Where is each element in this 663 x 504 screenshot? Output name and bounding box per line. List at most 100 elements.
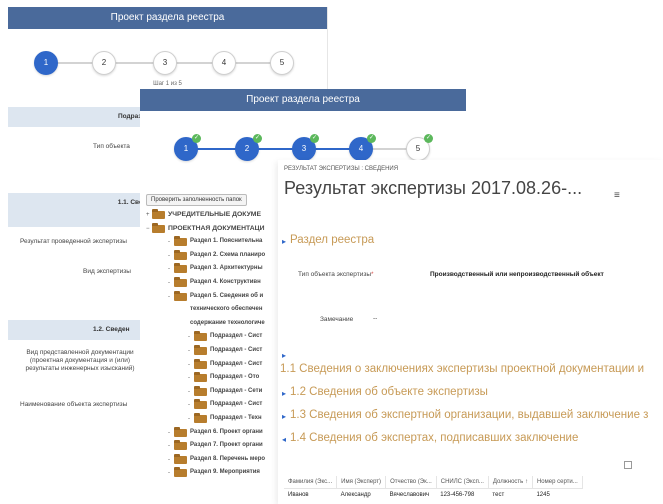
step-1[interactable]: 1 ✓ [174, 134, 201, 161]
tree-toggle-icon[interactable]: - [188, 416, 190, 422]
column-header[interactable]: Имя (Эксперт) [336, 476, 387, 489]
expertise-result-window: РЕЗУЛЬТАТ ЭКСПЕРТИЗЫ : СВЕДЕНИЯ Результа… [278, 160, 663, 504]
step-5[interactable]: 5 ✓ [406, 134, 433, 161]
page-title: Результат экспертизы 2017.08.26-... [284, 178, 583, 198]
section-1-3-link[interactable]: 1.3 Сведения об экспертной организации, … [290, 409, 648, 421]
tree-item-label: Раздел 7. Проект органи [190, 442, 263, 449]
step-4[interactable]: 4 ✓ [349, 134, 376, 161]
expertise-kind-label: Вид экспертизы [83, 268, 131, 275]
check-icon: ✓ [367, 134, 376, 143]
tree-toggle-icon[interactable]: - [168, 280, 170, 286]
step-3[interactable]: 3 [153, 51, 177, 75]
check-icon: ✓ [424, 134, 433, 143]
column-header[interactable]: СНИЛС (Эксп... [436, 476, 489, 489]
folder-icon [194, 344, 207, 355]
expand-arrow-icon[interactable]: ▸ [282, 389, 286, 398]
table-body: Иванов Александр Вячеславович 123-456-798 те… [284, 489, 582, 502]
tree-toggle-icon[interactable]: - [188, 389, 190, 395]
folder-icon [174, 426, 187, 437]
object-type-label-text: Тип объекта экспертизы [298, 271, 372, 278]
result-label: Результат проведенной экспертизы [20, 238, 127, 245]
required-mark: * [371, 271, 374, 278]
tree-toggle-icon[interactable]: - [168, 430, 170, 436]
folder-icon [194, 358, 207, 369]
folder-icon [174, 263, 187, 274]
folder-icon [194, 399, 207, 410]
tree-toggle-icon[interactable]: - [188, 334, 190, 340]
breadcrumb: РЕЗУЛЬТАТ ЭКСПЕРТИЗЫ : СВЕДЕНИЯ [284, 166, 399, 172]
table-cell: 1245 [536, 492, 550, 498]
folder-icon [194, 331, 207, 342]
section-1-1-link[interactable]: 1.1 Сведения о заключениях экспертизы пр… [280, 363, 644, 375]
tree-toggle-icon[interactable]: - [168, 294, 170, 300]
tree-toggle-icon[interactable]: - [168, 266, 170, 272]
column-header[interactable]: Фамилия (Экс... [284, 476, 338, 489]
tree-toggle-icon[interactable]: - [168, 253, 170, 259]
tree-item-label: Раздел 6. Проект органи [190, 428, 263, 435]
step-1[interactable]: 1 [34, 51, 58, 75]
tree-toggle-icon[interactable]: - [168, 443, 170, 449]
step-5[interactable]: 5 [270, 51, 294, 75]
tree-toggle-icon[interactable]: - [188, 375, 190, 381]
stepper: 1 2 3 4 5 [8, 51, 327, 85]
folder-icon [174, 236, 187, 247]
remark-value: -- [373, 315, 378, 322]
tree-toggle-icon[interactable]: − [146, 226, 150, 232]
check-icon: ✓ [253, 134, 262, 143]
step-2[interactable]: 2 ✓ [235, 134, 262, 161]
expand-arrow-icon[interactable]: ▸ [282, 351, 286, 360]
section-registry-link[interactable]: Раздел реестра [290, 234, 374, 246]
tree-toggle-icon[interactable]: - [188, 348, 190, 354]
docs-kind-label: Вид представленной документации (проектн… [20, 349, 140, 373]
tree-item-label: Подраздел - Техн [210, 414, 262, 421]
tree-item-label: Раздел 1. Пояснительна [190, 238, 263, 245]
tree-item-label: Раздел 5. Сведения об и [190, 292, 264, 299]
folder-icon [194, 372, 207, 383]
tree-toggle-icon[interactable]: - [188, 362, 190, 368]
check-folders-button[interactable]: Проверить заполненность папок [146, 194, 247, 206]
tree-toggle-icon[interactable]: + [146, 212, 150, 218]
tree-item-label: Раздел 3. Архитектурны [190, 265, 263, 272]
object-name-label: Наименование объекта экспертизы [20, 401, 128, 408]
grid-options-icon[interactable] [624, 461, 632, 469]
tree-toggle-icon[interactable]: - [188, 402, 190, 408]
tree-item-label: Подраздел - Сист [210, 360, 263, 367]
table-row[interactable]: Иванов Александр Вячеславович 123-456-798 те… [284, 489, 582, 502]
window-title: Проект раздела реестра [8, 7, 327, 29]
tree-item-label: Раздел 4. Конструктивн [190, 278, 261, 285]
tree-item-label: УЧРЕДИТЕЛЬНЫЕ ДОКУМЕ [168, 211, 261, 218]
window-title: Проект раздела реестра [140, 89, 466, 111]
object-type-value: Производственный или непроизводственный … [430, 271, 604, 278]
tree-item-label: Подраздел - Ото [210, 374, 260, 381]
expand-arrow-icon[interactable]: ▸ [282, 237, 286, 246]
column-header[interactable]: Должность ↑ [488, 476, 533, 489]
tree-item-label: ПРОЕКТНАЯ ДОКУМЕНТАЦИ [168, 224, 265, 232]
expand-arrow-icon[interactable]: ▸ [282, 412, 286, 421]
folder-icon [174, 440, 187, 451]
section-1-4-link[interactable]: 1.4 Сведения об экспертах, подписавших з… [290, 432, 578, 444]
check-icon: ✓ [310, 134, 319, 143]
tree-toggle-icon[interactable]: - [168, 239, 170, 245]
tree-item-label: Подраздел - Сист [210, 401, 263, 408]
folder-icon [174, 249, 187, 260]
column-header[interactable]: Номер серти... [532, 476, 583, 489]
table-cell: Вячеславович [389, 492, 430, 498]
section-1-2-title: 1.2. Сведен [93, 326, 130, 333]
tree-toggle-icon[interactable]: - [168, 470, 170, 476]
tree-toggle-icon[interactable]: - [168, 457, 170, 463]
section-1-2-link[interactable]: 1.2 Сведения об объекте экспертизы [290, 386, 488, 398]
experts-table: Фамилия (Экс... Имя (Эксперт) Отчество (Эк… [284, 476, 583, 501]
step-2[interactable]: 2 [92, 51, 116, 75]
tree-item-label: содержание технологиче [190, 319, 265, 326]
column-header[interactable]: Отчество (Эк... [385, 476, 437, 489]
docs-kind-line1: Вид представленной документации [26, 349, 134, 356]
remark-label: Замечание [320, 316, 354, 323]
step-4[interactable]: 4 [212, 51, 236, 75]
object-type-label: Тип объекта [93, 143, 130, 150]
collapse-arrow-icon[interactable]: ◂ [282, 435, 286, 444]
step-3[interactable]: 3 ✓ [292, 134, 319, 161]
menu-icon[interactable]: ≡ [614, 190, 620, 201]
docs-kind-line3: результаты инженерных изысканий) [25, 365, 135, 372]
table-header-row: Фамилия (Экс... Имя (Эксперт) Отчество (Эк… [284, 476, 583, 489]
folder-icon [152, 209, 165, 219]
